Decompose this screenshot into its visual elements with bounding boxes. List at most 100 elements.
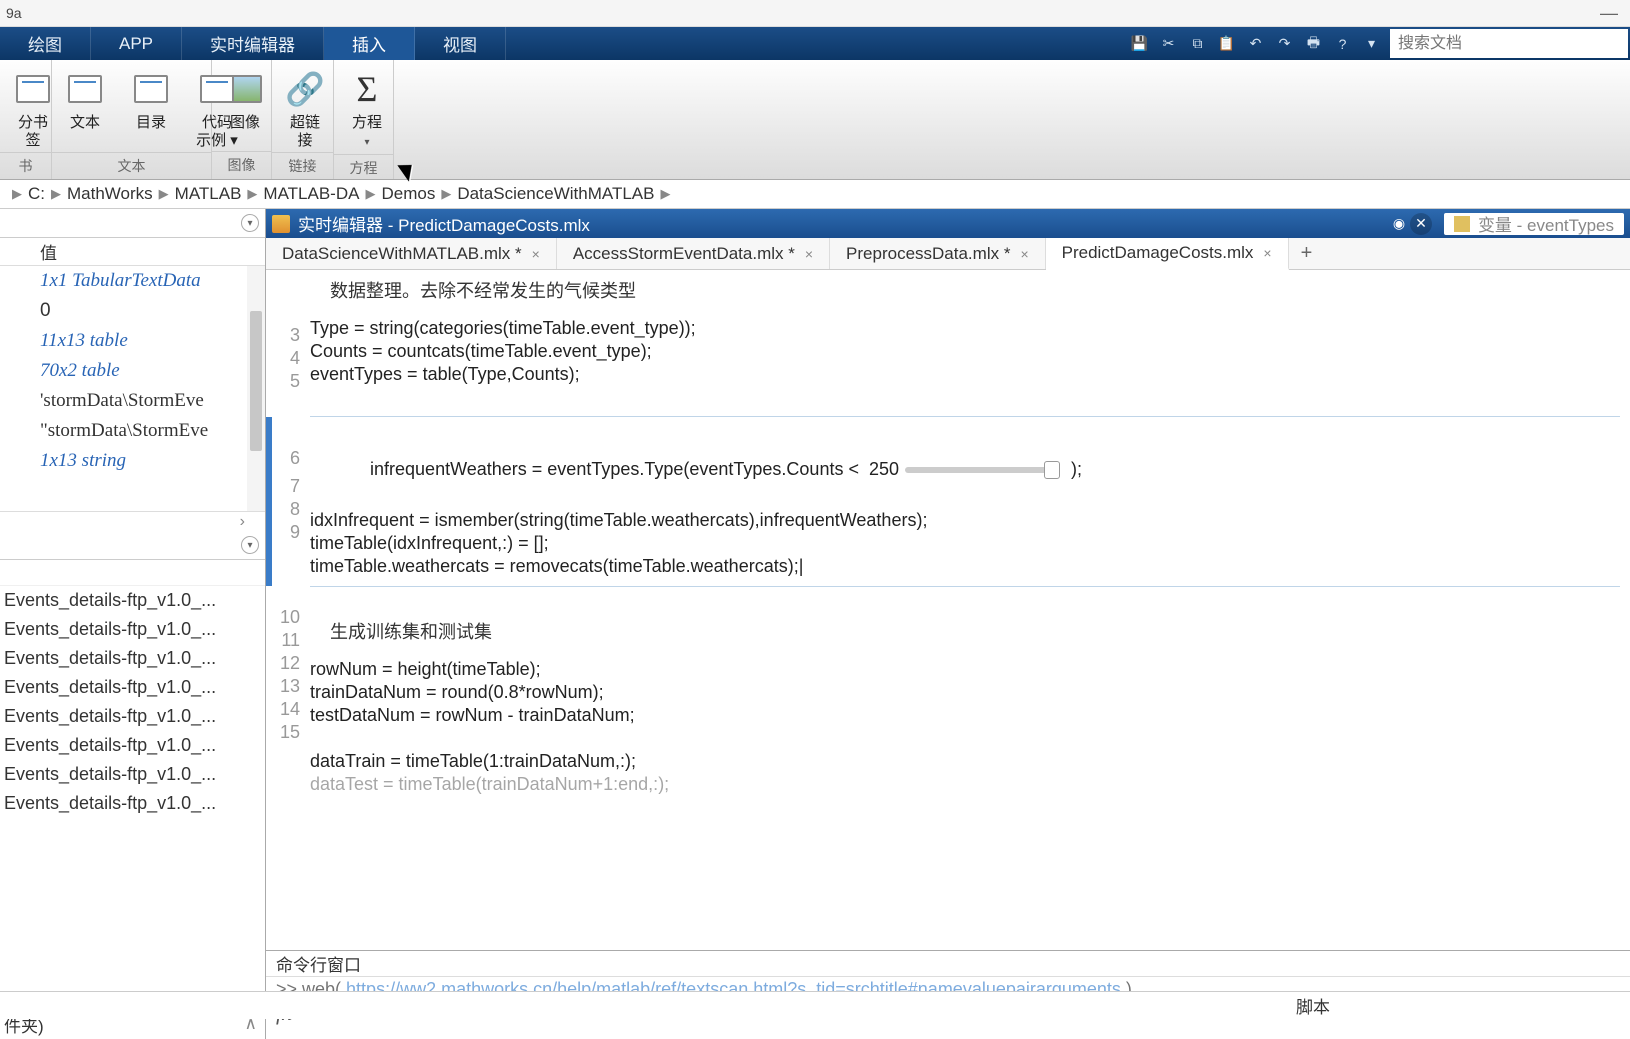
paste-icon[interactable]: 📋	[1212, 29, 1241, 58]
workspace-value[interactable]: 1x1 TabularTextData	[0, 266, 265, 296]
workspace-value[interactable]: 1x13 string	[0, 446, 265, 476]
toolstrip-tabs: 绘图 APP 实时编辑器 插入 视图 💾 ✂ ⧉ 📋 ↶ ↷ 🖶 ? ▾	[0, 27, 1630, 60]
save-icon[interactable]: 💾	[1125, 29, 1154, 58]
code-line[interactable]: trainDataNum = round(0.8*rowNum);	[310, 681, 1620, 704]
workspace-value[interactable]: "stormData\StormEve	[0, 416, 265, 446]
redo-icon[interactable]: ↷	[1270, 29, 1299, 58]
file-item[interactable]: Events_details-ftp_v1.0_...	[0, 731, 265, 760]
equation-button[interactable]: Σ 方程▾	[334, 66, 400, 154]
doc-tab-dsml[interactable]: DataScienceWithMATLAB.mlx *×	[266, 238, 557, 269]
group-bookmark: 书	[0, 152, 51, 180]
editor-titlebar: 实时编辑器 - PredictDamageCosts.mlx ◉ ✕ 变量 - …	[266, 209, 1630, 238]
document-tabs: DataScienceWithMATLAB.mlx *× AccessStorm…	[266, 238, 1630, 270]
addr-ds[interactable]: DataScienceWithMATLAB	[457, 184, 654, 204]
mouse-cursor	[402, 160, 418, 182]
addr-matlab[interactable]: MATLAB	[175, 184, 242, 204]
tab-app[interactable]: APP	[91, 27, 182, 60]
hyperlink-button[interactable]: 🔗 超链接	[272, 66, 338, 152]
code-line[interactable]	[310, 727, 1620, 750]
toc-button[interactable]: 目录	[118, 66, 184, 134]
live-script-icon	[272, 215, 290, 233]
minimize-button[interactable]: —	[1594, 3, 1624, 24]
code-line[interactable]: dataTest = timeTable(trainDataNum+1:end,…	[310, 773, 1620, 796]
workspace-panel-header: ▾	[0, 209, 265, 238]
code-line[interactable]: dataTrain = timeTable(1:trainDataNum,:);	[310, 750, 1620, 773]
code-line[interactable]: rowNum = height(timeTable);	[310, 658, 1620, 681]
code-line[interactable]: eventTypes = table(Type,Counts);	[310, 363, 1620, 386]
addr-da[interactable]: MATLAB-DA	[263, 184, 359, 204]
section-title-1: 数据整理。去除不经常发生的气候类型	[310, 270, 1620, 317]
slider-control[interactable]	[905, 467, 1055, 473]
collapse-icon[interactable]: ▾	[241, 536, 259, 554]
line-gutter: 345 6 789 101112131415	[266, 270, 310, 950]
tab-plot[interactable]: 绘图	[0, 27, 91, 60]
matlab-version: 9a	[6, 5, 22, 21]
editor-title: 实时编辑器 - PredictDamageCosts.mlx	[298, 211, 590, 236]
doc-tab-access[interactable]: AccessStormEventData.mlx *×	[557, 238, 830, 269]
dropdown-icon[interactable]: ▾	[1357, 29, 1386, 58]
window-titlebar: 9a —	[0, 0, 1630, 27]
code-line[interactable]: Type = string(categories(timeTable.event…	[310, 317, 1620, 340]
print-icon[interactable]: 🖶	[1299, 29, 1328, 58]
file-item[interactable]: Events_details-ftp_v1.0_...	[0, 760, 265, 789]
file-item[interactable]: Events_details-ftp_v1.0_...	[0, 586, 265, 615]
current-folder-panel: Events_details-ftp_v1.0_...Events_detail…	[0, 560, 265, 1039]
workspace-value[interactable]: 0	[0, 296, 265, 326]
textbox-icon	[64, 68, 106, 110]
workspace-col-value[interactable]: 值	[0, 238, 265, 266]
addr-demos[interactable]: Demos	[381, 184, 435, 204]
group-link: 链接	[272, 152, 333, 180]
equation-icon: Σ	[346, 68, 388, 110]
code-line-slider[interactable]: infrequentWeathers = eventTypes.Type(eve…	[310, 435, 1620, 504]
address-bar[interactable]: ▶ C: ▶ MathWorks ▶ MATLAB ▶ MATLAB-DA ▶ …	[0, 180, 1630, 209]
cut-icon[interactable]: ✂	[1154, 29, 1183, 58]
workspace-value[interactable]: 'stormData\StormEve	[0, 386, 265, 416]
code-line[interactable]: testDataNum = rowNum - trainDataNum;	[310, 704, 1620, 727]
collapse-icon[interactable]: ▾	[241, 214, 259, 232]
bookmark-icon	[12, 68, 54, 110]
tab-live-editor[interactable]: 实时编辑器	[182, 27, 324, 60]
close-icon[interactable]: ×	[1263, 245, 1271, 261]
tab-insert[interactable]: 插入	[324, 27, 415, 60]
hyperlink-icon: 🔗	[284, 68, 326, 110]
undo-icon[interactable]: ↶	[1241, 29, 1270, 58]
file-item[interactable]: Events_details-ftp_v1.0_...	[0, 615, 265, 644]
code-line[interactable]: idxInfrequent = ismember(string(timeTabl…	[310, 509, 1620, 532]
close-icon[interactable]: ×	[805, 246, 813, 262]
ribbon: 分书签 书 文本 目录 代码 示例 ▾ 文本 图像	[0, 60, 1630, 180]
search-docs-input[interactable]	[1390, 29, 1628, 58]
close-icon[interactable]: ✕	[1410, 213, 1432, 235]
status-mode: 脚本	[1296, 993, 1630, 1018]
workspace-value[interactable]: 11x13 table	[0, 326, 265, 356]
addr-mathworks[interactable]: MathWorks	[67, 184, 153, 204]
workspace-hscroll[interactable]: ›	[0, 511, 265, 531]
file-item[interactable]: Events_details-ftp_v1.0_...	[0, 673, 265, 702]
file-item[interactable]: Events_details-ftp_v1.0_...	[0, 644, 265, 673]
doc-tab-predict[interactable]: PredictDamageCosts.mlx×	[1046, 238, 1289, 270]
file-item[interactable]: Events_details-ftp_v1.0_...	[0, 702, 265, 731]
workspace-value[interactable]: 70x2 table	[0, 356, 265, 386]
section-title-2: 生成训练集和测试集	[310, 603, 1620, 658]
variable-icon	[1454, 216, 1470, 232]
new-tab-button[interactable]: +	[1289, 238, 1325, 269]
code-editor[interactable]: 345 6 789 101112131415 数据整理。去除不经常发生的气候类型…	[266, 270, 1630, 950]
code-line[interactable]: timeTable.weathercats = removecats(timeT…	[310, 555, 1620, 578]
toc-icon	[130, 68, 172, 110]
addr-c[interactable]: C:	[28, 184, 45, 204]
close-icon[interactable]: ×	[1020, 246, 1028, 262]
textbox-button[interactable]: 文本	[52, 66, 118, 134]
status-bar: 脚本	[0, 991, 1630, 1019]
group-text: 文本	[52, 152, 211, 180]
variable-panel-title[interactable]: 变量 - eventTypes	[1478, 211, 1614, 236]
code-line[interactable]: Counts = countcats(timeTable.event_type)…	[310, 340, 1620, 363]
file-item[interactable]: Events_details-ftp_v1.0_...	[0, 789, 265, 818]
chevron-down-icon: ▾	[364, 137, 369, 148]
code-line[interactable]: timeTable(idxInfrequent,:) = [];	[310, 532, 1620, 555]
help-icon[interactable]: ?	[1328, 29, 1357, 58]
workspace-scrollbar[interactable]	[247, 266, 265, 511]
tab-view[interactable]: 视图	[415, 27, 506, 60]
dock-icon[interactable]: ◉	[1388, 213, 1410, 235]
copy-icon[interactable]: ⧉	[1183, 29, 1212, 58]
close-icon[interactable]: ×	[532, 246, 540, 262]
doc-tab-preprocess[interactable]: PreprocessData.mlx *×	[830, 238, 1046, 269]
